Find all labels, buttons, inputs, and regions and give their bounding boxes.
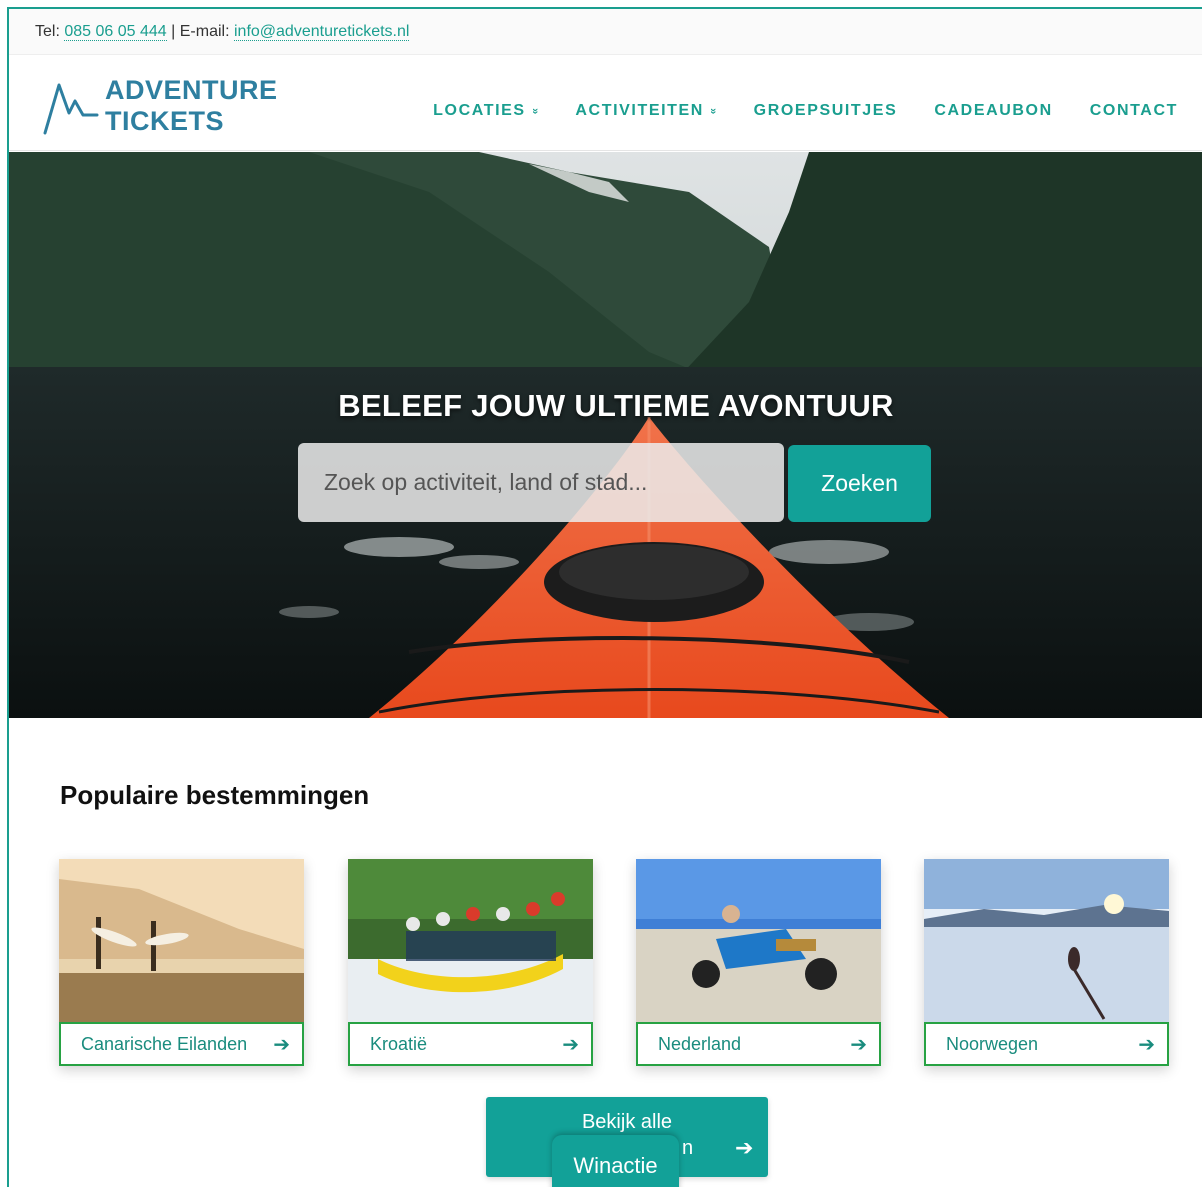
main-nav: LOCATIES» ACTIVITEITEN» GROEPSUITJES CAD… — [433, 102, 1178, 120]
search-input[interactable] — [298, 443, 784, 522]
logo-text: ADVENTURE TICKETS — [105, 75, 278, 137]
nav-activiteiten[interactable]: ACTIVITEITEN» — [575, 102, 719, 120]
nav-activiteiten-label: ACTIVITEITEN — [575, 102, 704, 119]
nav-groepsuitjes[interactable]: GROEPSUITJES — [754, 102, 898, 120]
view-all-label: Bekijk alle — [581, 1111, 673, 1133]
tel-label: Tel: — [35, 23, 60, 40]
nav-locaties-label: LOCATIES — [433, 102, 526, 119]
buggy-kiting-photo — [636, 859, 881, 1022]
destination-caption: Nederland ➔ — [636, 1022, 881, 1066]
rafting-photo — [348, 859, 593, 1022]
destination-label: Nederland — [658, 1033, 742, 1054]
site-logo[interactable]: ADVENTURE TICKETS — [43, 75, 303, 139]
nav-contact[interactable]: CONTACT — [1090, 102, 1178, 120]
destination-card-kroatie[interactable]: Kroatië ➔ — [348, 859, 593, 1066]
site-header: ADVENTURE TICKETS LOCATIES» ACTIVITEITEN… — [9, 55, 1202, 151]
arrow-right-icon: ➔ — [1138, 1033, 1155, 1056]
arrow-right-icon: ➔ — [850, 1033, 867, 1056]
winactie-tab[interactable]: Winactie — [552, 1135, 679, 1187]
beach-surfers-photo — [59, 859, 304, 1022]
chevron-down-icon: » — [706, 108, 719, 116]
destination-caption: Canarische Eilanden ➔ — [59, 1022, 304, 1066]
logo-line2: TICKETS — [105, 106, 225, 136]
destination-caption: Noorwegen ➔ — [924, 1022, 1169, 1066]
destination-caption: Kroatië ➔ — [348, 1022, 593, 1066]
browser-frame: Tel: 085 06 05 444 | E-mail: info@advent… — [7, 7, 1202, 1187]
arrow-right-icon: ➔ — [273, 1033, 290, 1056]
email-link[interactable]: info@adventuretickets.nl — [233, 23, 410, 41]
destination-label: Kroatië — [370, 1033, 428, 1054]
hero-banner: BELEEF JOUW ULTIEME AVONTUUR — [9, 152, 1202, 718]
logo-line1: ADVENTURE — [105, 75, 278, 105]
search-button[interactable]: Zoeken — [788, 445, 931, 522]
chevron-down-icon: » — [528, 108, 541, 116]
snow-sled-photo — [924, 859, 1169, 1022]
destination-card-nederland[interactable]: Nederland ➔ — [636, 859, 881, 1066]
view-all-label-2: n — [682, 1137, 694, 1159]
destination-card-noorwegen[interactable]: Noorwegen ➔ — [924, 859, 1169, 1066]
mountain-logo-icon — [43, 83, 99, 135]
hero-title: BELEEF JOUW ULTIEME AVONTUUR — [338, 388, 894, 423]
fjord-kayak-photo — [9, 152, 1202, 718]
section-title: Populaire bestemmingen — [60, 780, 370, 810]
arrow-right-icon: ➔ — [735, 1135, 754, 1160]
destination-label: Noorwegen — [946, 1033, 1039, 1054]
nav-locaties[interactable]: LOCATIES» — [433, 102, 541, 120]
destination-card-canarische-eilanden[interactable]: Canarische Eilanden ➔ — [59, 859, 304, 1066]
destination-label: Canarische Eilanden — [81, 1033, 248, 1054]
arrow-right-icon: ➔ — [562, 1033, 579, 1056]
phone-link[interactable]: 085 06 05 444 — [64, 23, 167, 41]
email-label: | E-mail: — [171, 23, 230, 40]
top-contact-bar: Tel: 085 06 05 444 | E-mail: info@advent… — [9, 9, 1202, 55]
nav-cadeaubon[interactable]: CADEAUBON — [934, 102, 1052, 120]
